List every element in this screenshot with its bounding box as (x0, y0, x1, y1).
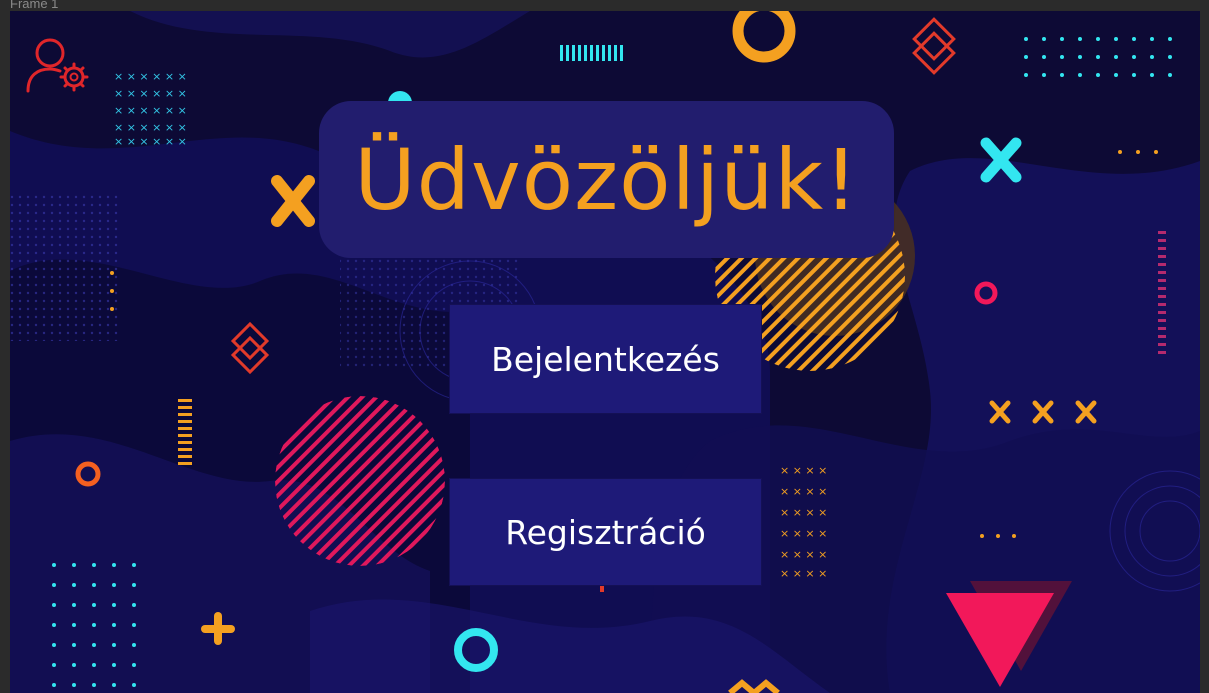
svg-text:× × × × × ×: × × × × × × (114, 87, 187, 100)
welcome-title: Üdvözöljük! (354, 130, 859, 229)
svg-text:× × × ×: × × × × (780, 527, 827, 540)
user-settings-icon[interactable] (24, 33, 96, 97)
svg-text:× × × ×: × × × × (780, 464, 827, 477)
svg-text:× × × ×: × × × × (780, 567, 827, 580)
register-button[interactable]: Regisztráció (449, 478, 762, 586)
login-button-label: Bejelentkezés (491, 339, 720, 379)
welcome-canvas: × × × × × × × × × × × × × × × × × × × × … (10, 11, 1200, 693)
svg-text:× × × × × ×: × × × × × × (114, 121, 187, 134)
svg-text:× × × ×: × × × × (780, 506, 827, 519)
svg-text:× × × × × ×: × × × × × × (114, 135, 187, 148)
register-button-label: Regisztráció (505, 512, 706, 552)
welcome-panel: Üdvözöljük! (319, 101, 894, 258)
svg-text:× × × × × ×: × × × × × × (114, 70, 187, 83)
login-button[interactable]: Bejelentkezés (449, 304, 762, 414)
svg-text:× × × ×: × × × × (780, 485, 827, 498)
svg-text:× × × ×: × × × × (780, 548, 827, 561)
frame-label: Frame 1 (10, 0, 59, 11)
svg-text:× × × × × ×: × × × × × × (114, 104, 187, 117)
